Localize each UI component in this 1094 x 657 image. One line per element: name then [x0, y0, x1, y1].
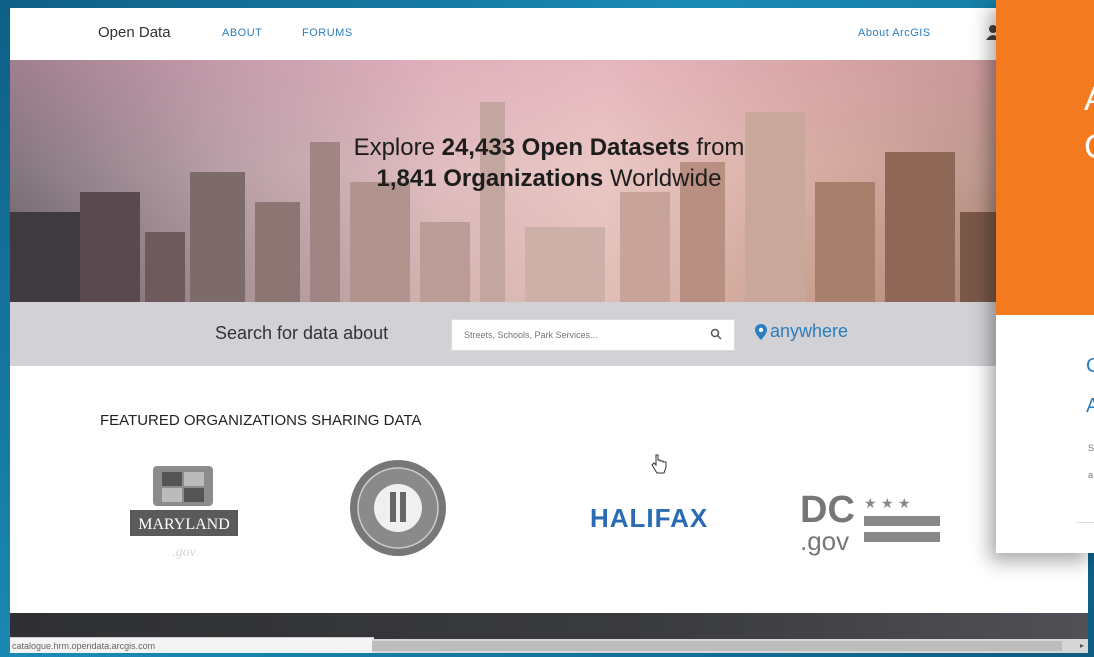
overlay-divider: [1076, 522, 1094, 523]
search-input[interactable]: [451, 319, 735, 351]
svg-text:.gov: .gov: [172, 545, 197, 560]
horizontal-scrollbar[interactable]: ▸: [372, 639, 1088, 653]
overlay-link-2[interactable]: A: [1086, 395, 1094, 418]
search-label: Search for data about: [215, 323, 389, 343]
overlay-header-text-1: A: [1084, 80, 1094, 119]
overlay-link-1[interactable]: C: [1086, 355, 1094, 378]
maryland-logo[interactable]: MARYLAND .gov: [128, 458, 240, 578]
svg-text:.gov: .gov: [800, 526, 849, 556]
dc-gov-logo[interactable]: DC .gov ★ ★ ★: [800, 488, 940, 558]
scrollbar-thumb[interactable]: [372, 641, 1062, 651]
hero-org-count: 1,841 Organizations: [376, 165, 604, 192]
hero-line2-post: Worldwide: [603, 165, 722, 192]
location-label: anywhere: [770, 321, 849, 341]
maryland-logo-text: MARYLAND: [138, 516, 230, 533]
hero-dataset-count: 24,433 Open Datasets: [441, 134, 690, 161]
search-icon[interactable]: [710, 328, 722, 340]
nav-about-link[interactable]: ABOUT: [222, 27, 262, 39]
search-bar: Search for data about anywhere: [10, 302, 1088, 366]
overlay-small-text-1: S: [1088, 443, 1094, 453]
hero-line1-pre: Explore: [353, 134, 442, 161]
scroll-right-arrow-icon[interactable]: ▸: [1080, 641, 1084, 650]
browser-page: Open Data ABOUT FORUMS About ArcGIS Expl…: [10, 8, 1088, 653]
kentucky-seal-logo[interactable]: [348, 438, 448, 578]
hero-line1-post: from: [689, 134, 745, 161]
site-brand[interactable]: Open Data: [98, 24, 171, 41]
nav-about-arcgis-link[interactable]: About ArcGIS: [858, 27, 931, 39]
overlay-card-header: [996, 0, 1094, 315]
halifax-logo[interactable]: HALIFAX: [590, 503, 708, 534]
overlay-small-text-2: a: [1088, 470, 1094, 480]
svg-text:★ ★ ★: ★ ★ ★: [864, 496, 911, 512]
nav-forums-link[interactable]: FORUMS: [302, 27, 353, 39]
hero-banner: Explore 24,433 Open Datasets from 1,841 …: [10, 60, 1088, 302]
featured-heading: FEATURED ORGANIZATIONS SHARING DATA: [100, 412, 422, 429]
svg-text:DC: DC: [800, 489, 855, 531]
top-navigation: Open Data ABOUT FORUMS About ArcGIS: [10, 8, 1088, 60]
overlay-header-text-2: C: [1084, 128, 1094, 167]
location-selector[interactable]: anywhere: [755, 321, 848, 342]
hand-cursor-icon: [651, 454, 667, 474]
map-pin-icon: [755, 323, 767, 340]
status-bar-url: catalogue.hrm.opendata.arcgis.com: [10, 637, 374, 653]
overlay-card: A C C A S a: [996, 0, 1094, 553]
hero-title: Explore 24,433 Open Datasets from 1,841 …: [10, 132, 1088, 194]
